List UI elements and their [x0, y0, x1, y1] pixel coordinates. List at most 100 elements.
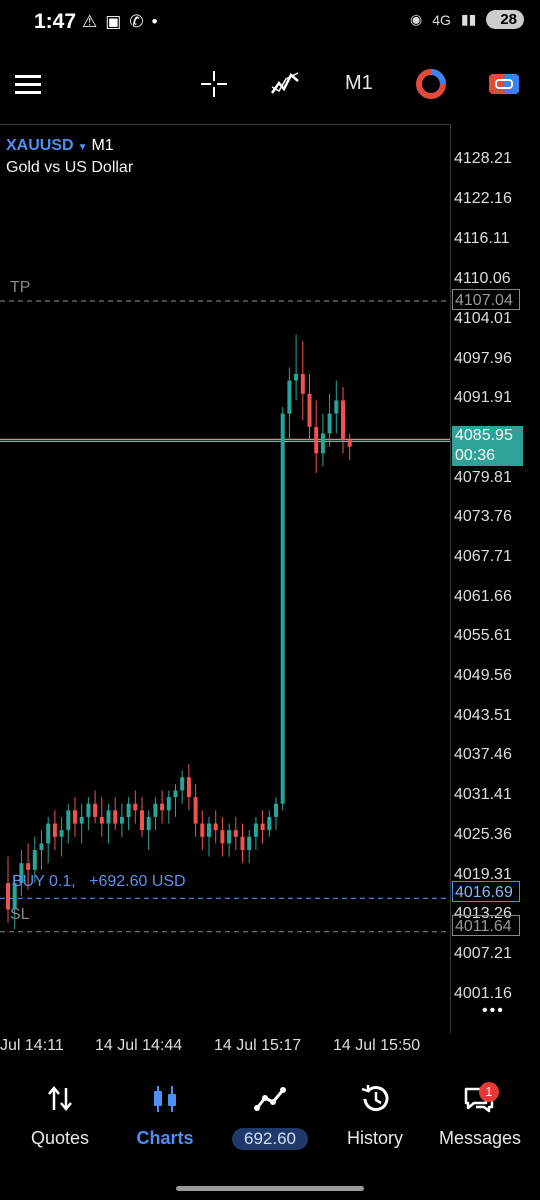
- nav-history[interactable]: History: [321, 1070, 429, 1160]
- candle: [247, 830, 252, 864]
- candle: [220, 816, 225, 857]
- candle: [99, 797, 104, 837]
- candle: [233, 816, 238, 850]
- price-axis-label: 4037.46: [454, 746, 512, 763]
- one-click-trading-button[interactable]: [412, 62, 450, 106]
- time-axis-label: Jul 14:11: [0, 1037, 64, 1054]
- candle: [314, 400, 319, 474]
- candle: [207, 816, 211, 857]
- status-right: ◉ 4G ▮▮ 28: [410, 10, 524, 29]
- candle: [166, 790, 171, 824]
- current-price-tag: 4085.95 00:36: [452, 426, 523, 466]
- candles-icon: [154, 1086, 176, 1112]
- candle: [327, 393, 332, 447]
- nav-messages[interactable]: 1 Messages: [426, 1070, 534, 1160]
- candle: [334, 380, 339, 434]
- price-axis-label: 4128.21: [454, 150, 512, 167]
- candle: [287, 367, 292, 441]
- nav-quotes-label: Quotes: [30, 1128, 90, 1148]
- symbol-timeframe: M1: [91, 137, 114, 154]
- candle: [126, 797, 131, 831]
- candle: [274, 797, 278, 831]
- chart-symbol-selector[interactable]: XAUUSD ▼ M1: [6, 137, 114, 155]
- price-axis-label: 4025.36: [454, 826, 512, 843]
- time-axis-label: 14 Jul 15:17: [214, 1037, 302, 1054]
- price-axis-label: 4055.61: [454, 627, 512, 644]
- current-price: 4085.95: [455, 427, 513, 444]
- candle: [146, 810, 151, 850]
- dot-icon: •: [151, 12, 158, 31]
- position-line-label[interactable]: BUY 0.1, +692.60 USD: [12, 873, 186, 891]
- position-profit: +692.60 USD: [89, 873, 186, 890]
- history-icon: [361, 1085, 389, 1112]
- price-axis-label: 4073.76: [454, 508, 512, 525]
- symbol-name: XAUUSD: [6, 137, 74, 154]
- chart-area[interactable]: [0, 124, 451, 1033]
- dropdown-triangle-icon: ▼: [77, 142, 88, 153]
- candle: [173, 783, 178, 817]
- candle: [186, 764, 191, 811]
- time-axis-label: 14 Jul 15:50: [333, 1037, 421, 1054]
- candle: [106, 803, 111, 844]
- candle: [267, 810, 272, 837]
- candle: [193, 783, 198, 837]
- bottom-navigation: Quotes Charts 692.60 History 1 Messages: [0, 1070, 540, 1180]
- new-order-button[interactable]: [484, 62, 524, 106]
- candle: [79, 803, 84, 844]
- sl-line-label[interactable]: SL: [10, 906, 30, 924]
- candle: [39, 830, 44, 870]
- price-axis-label: 4061.66: [454, 588, 512, 605]
- candle: [180, 770, 185, 804]
- price-axis-label: 4001.16: [454, 985, 512, 1002]
- candle: [294, 334, 299, 401]
- crosshair-button[interactable]: [196, 62, 232, 106]
- indicators-icon: [270, 72, 299, 94]
- entry-price-box: 4016.69: [452, 881, 520, 902]
- alert-icon: ⚠: [82, 12, 98, 31]
- indicators-button[interactable]: [266, 62, 304, 106]
- time-axis-label: 14 Jul 14:44: [95, 1037, 183, 1054]
- price-axis-label: 4110.06: [454, 270, 511, 287]
- network-label: 4G: [432, 11, 451, 28]
- position-volume: BUY 0.1,: [12, 873, 76, 890]
- tp-line-label[interactable]: TP: [10, 279, 30, 297]
- nav-charts[interactable]: Charts: [111, 1070, 219, 1160]
- symbol-description: Gold vs US Dollar: [6, 159, 134, 176]
- candle: [140, 797, 144, 837]
- price-axis-label: 4116.11: [454, 230, 510, 247]
- candle: [347, 433, 352, 460]
- nav-trade-profit: 692.60: [232, 1128, 308, 1150]
- battery-level: 28: [486, 10, 524, 29]
- missed-call-icon: ✆: [129, 12, 144, 31]
- bar-countdown: 00:36: [455, 447, 496, 464]
- candle: [341, 387, 345, 454]
- crosshair-icon: [201, 71, 227, 97]
- home-indicator[interactable]: [176, 1186, 364, 1191]
- one-click-icon: [416, 69, 446, 99]
- nav-messages-label: Messages: [438, 1128, 522, 1148]
- candle: [253, 816, 258, 850]
- notification-icons: ⚠ ▣ ✆ •: [82, 12, 158, 32]
- nav-quotes[interactable]: Quotes: [6, 1070, 114, 1160]
- candle: [66, 803, 71, 844]
- candle: [86, 797, 91, 831]
- nav-history-label: History: [346, 1128, 403, 1148]
- arrows-icon: [48, 1086, 72, 1111]
- candle: [133, 790, 138, 824]
- new-order-icon: [489, 74, 519, 94]
- timeframe-button[interactable]: M1: [345, 72, 373, 95]
- candle: [240, 823, 245, 864]
- menu-button[interactable]: [10, 62, 46, 106]
- more-options-icon[interactable]: •••: [482, 1002, 505, 1020]
- price-axis-label: 4031.41: [454, 786, 512, 803]
- nav-trade[interactable]: 692.60: [216, 1070, 324, 1160]
- nav-charts-label: Charts: [136, 1128, 194, 1148]
- messages-badge: 1: [479, 1082, 499, 1102]
- signal-icon: ▮▮: [460, 11, 477, 27]
- candle: [73, 797, 77, 837]
- candle: [200, 810, 205, 850]
- price-axis-label: 4091.91: [454, 389, 512, 406]
- candle: [119, 803, 124, 837]
- price-axis-label: 4049.56: [454, 667, 512, 684]
- candle: [260, 810, 265, 844]
